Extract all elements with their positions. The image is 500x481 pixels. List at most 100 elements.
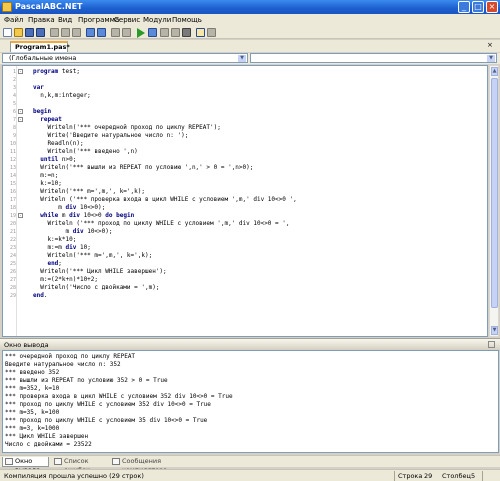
code-line: Writeln ('*** проверка входа в цикл WHIL… [33,196,297,203]
close-button[interactable]: × [486,1,498,13]
line-number: 21 [9,229,16,235]
scroll-down-icon[interactable]: ▼ [491,326,498,335]
minimize-button[interactable]: _ [458,1,470,13]
fold-toggle-icon[interactable]: - [18,117,23,122]
output-line: *** m=35, k=100 [5,409,60,416]
code-line: n,k,m:integer; [33,92,91,99]
code-line: m:=(2*k+n)*10+2; [33,276,99,283]
line-number: 5 [12,101,16,107]
line-number: 10 [9,141,16,147]
app-icon [2,2,12,12]
fold-toggle-icon[interactable]: - [18,213,23,218]
tab-compiler-messages[interactable]: Сообщения компилятора [110,457,188,474]
menu-service[interactable]: Сервис [114,16,140,24]
undo-icon[interactable] [86,28,95,37]
output-line: *** введено 352 [5,369,60,376]
code-line: m:=n; [33,172,59,179]
line-number: 11 [9,149,16,155]
line-number: 3 [12,85,16,91]
output-panel-header: Окно вывода [0,338,500,349]
code-line: while m div 10<>0 do begin [40,212,135,219]
redo-icon[interactable] [97,28,106,37]
line-number: 6 [12,109,16,115]
code-line: m:=m div 10; [33,244,91,251]
scope-select-left[interactable]: (Глобальные имена ▼ [2,53,248,63]
code-line: k:=k*10; [33,236,77,243]
code-line: Writeln('*** очередной проход по циклу R… [33,124,221,131]
menu-edit[interactable]: Правка [28,16,55,24]
step-into-icon[interactable] [171,28,180,37]
menu-view[interactable]: Вид [58,16,72,24]
status-separator [482,471,483,481]
line-number: 19 [9,213,16,219]
step-over-icon[interactable] [160,28,169,37]
editor-vertical-scrollbar[interactable]: ▲ ▼ [489,65,499,337]
status-message: Компиляция прошла успешно (29 строк) [4,472,144,480]
line-number: 9 [12,133,16,139]
scroll-up-icon[interactable]: ▲ [491,67,498,76]
output-line: *** проход по циклу WHILE с условием 35 … [5,417,208,424]
scope-select-right[interactable]: ▼ [250,53,497,63]
code-line: var [33,84,44,91]
output-window-icon[interactable] [196,28,205,37]
output-line: *** m=352, k=10 [5,385,60,392]
menu-bar: Файл Правка Вид Программа Сервис Модули … [0,14,500,26]
close-tab-icon[interactable]: × [487,41,493,49]
line-number: 14 [9,173,16,179]
error-list-icon [54,458,62,465]
window-title: PascalABC.NET [15,2,83,11]
line-number: 28 [9,285,16,291]
maximize-button[interactable]: □ [472,1,484,13]
pin-icon[interactable] [488,341,495,348]
output-line: *** вышли из REPEAT по условию 352 > 0 =… [5,377,168,384]
code-line: Write('Введите натуральное число n: '); [33,132,189,139]
code-line: Writeln('*** m=',m,', k=',k); [33,252,153,259]
output-line: *** очередной проход по циклу REPEAT [5,353,136,360]
stop-icon[interactable] [182,28,191,37]
line-number: 15 [9,181,16,187]
save-icon[interactable] [25,28,34,37]
new-file-icon[interactable] [3,28,12,37]
cut-icon[interactable] [50,28,59,37]
line-number: 16 [9,189,16,195]
chevron-down-icon: ▼ [238,55,246,62]
line-number: 25 [9,261,16,267]
paste-icon[interactable] [72,28,81,37]
indent-icon[interactable] [111,28,120,37]
menu-help[interactable]: Помощь [172,16,202,24]
compile-icon[interactable] [148,28,157,37]
code-line: m div 10<>0); [33,228,113,235]
outdent-icon[interactable] [122,28,131,37]
save-all-icon[interactable] [36,28,45,37]
tab-program1[interactable]: Program1.pas* [10,41,70,52]
fold-toggle-icon[interactable]: - [18,69,23,74]
open-folder-icon[interactable] [14,28,23,37]
menu-modules[interactable]: Модули [143,16,171,24]
code-editor[interactable]: 1- program test; 2 3 var 4 n,k,m:integer; 5 6- b… [2,65,488,337]
tab-error-list[interactable]: Список ошибок [52,457,108,474]
fold-toggle-icon[interactable]: - [18,109,23,114]
bottom-tab-bar: Окно вывода Список ошибок Сообщения комп… [0,455,500,474]
code-line: until n>0; [40,156,77,163]
code-line: begin [33,108,52,115]
run-icon[interactable] [137,28,145,38]
output-line: *** проверка входа в цикл WHILE с услови… [5,393,233,400]
tab-output-window[interactable]: Окно вывода [2,457,49,474]
code-line: end. [33,292,48,299]
title-bar: PascalABC.NET _ □ × [0,0,500,14]
editor-tab-bar: Program1.pas* × [0,40,500,52]
menu-file[interactable]: Файл [4,16,23,24]
code-line: Writeln ('*** проход по циклу WHILE с ус… [33,220,290,227]
copy-icon[interactable] [61,28,70,37]
code-line: program test; [33,68,80,75]
status-col-label: Столбец [442,472,471,480]
form-designer-icon[interactable] [207,28,216,37]
line-number: 8 [12,125,16,131]
scroll-thumb[interactable] [491,78,498,308]
line-number: 2 [12,77,16,83]
status-row-value: 29 [424,472,433,480]
scope-select-left-value: (Глобальные имена [9,54,77,62]
output-window[interactable]: *** очередной проход по циклу REPEAT Введ… [2,350,499,453]
chevron-down-icon: ▼ [487,55,495,62]
scope-bar: (Глобальные имена ▼ ▼ [0,53,500,64]
